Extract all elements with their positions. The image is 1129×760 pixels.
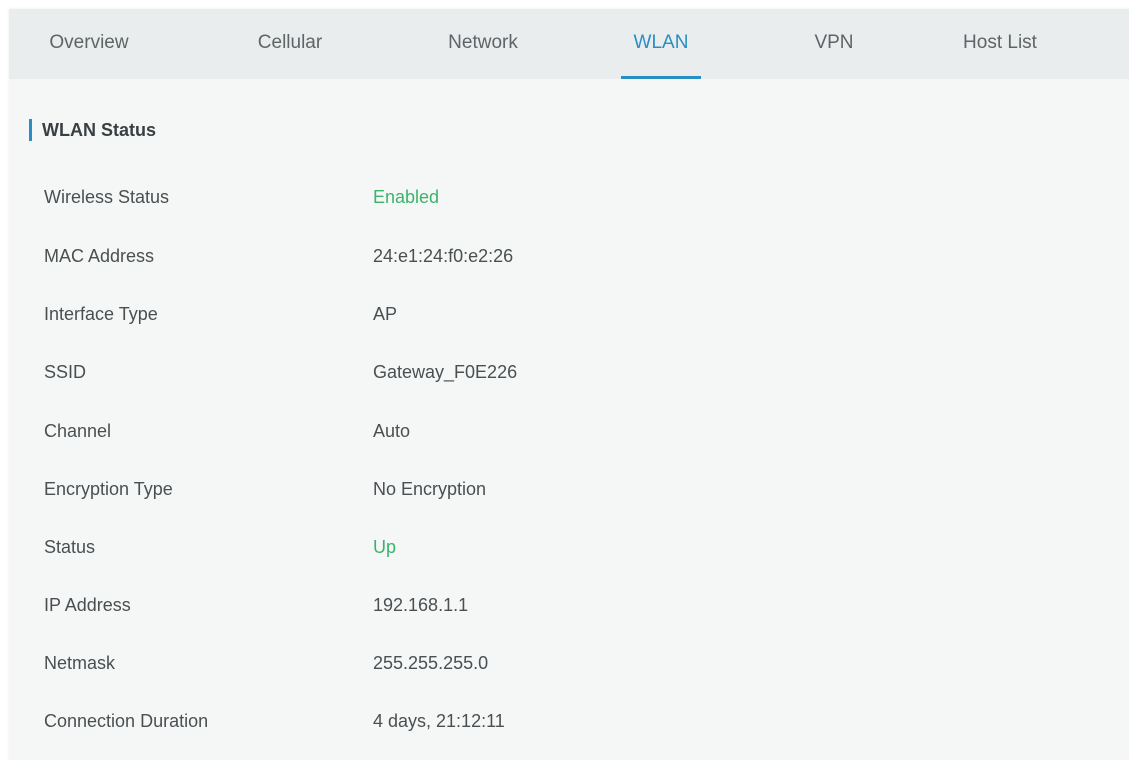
tab-host-list-label: Host List — [963, 32, 1037, 53]
field-row-mac-address: MAC Address 24:e1:24:f0:e2:26 — [9, 241, 1129, 271]
tab-wlan-label: WLAN — [633, 32, 689, 53]
field-row-ip-address: IP Address 192.168.1.1 — [9, 590, 1129, 620]
field-row-netmask: Netmask 255.255.255.0 — [9, 648, 1129, 678]
field-value: 4 days, 21:12:11 — [373, 711, 505, 731]
field-row-connection-duration: Connection Duration 4 days, 21:12:11 — [9, 706, 1129, 736]
field-value: 255.255.255.0 — [373, 653, 489, 673]
field-label: Netmask — [44, 653, 116, 673]
field-value: 192.168.1.1 — [373, 595, 469, 615]
tab-network-label: Network — [448, 32, 518, 53]
field-value-status-up: Up — [373, 537, 397, 557]
tab-overview[interactable]: Overview — [29, 9, 149, 79]
tab-overview-label: Overview — [49, 32, 129, 53]
field-value: 24:e1:24:f0:e2:26 — [373, 246, 514, 266]
field-label: Status — [44, 537, 96, 557]
field-row-encryption-type: Encryption Type No Encryption — [9, 474, 1129, 504]
field-label: Channel — [44, 421, 112, 441]
field-row-ssid: SSID Gateway_F0E226 — [9, 357, 1129, 387]
tab-vpn[interactable]: VPN — [794, 9, 874, 79]
field-value: Gateway_F0E226 — [373, 362, 518, 382]
tab-network[interactable]: Network — [425, 9, 541, 79]
field-label: Interface Type — [44, 304, 158, 324]
wlan-status-panel: Overview Cellular Network WLAN VPN Host … — [9, 9, 1129, 760]
active-tab-indicator — [621, 76, 701, 79]
field-label: Encryption Type — [44, 479, 173, 499]
tab-cellular[interactable]: Cellular — [235, 9, 345, 79]
field-row-interface-type: Interface Type AP — [9, 299, 1129, 329]
field-row-status: Status Up — [9, 532, 1129, 562]
tab-wlan[interactable]: WLAN — [621, 9, 701, 79]
field-label: MAC Address — [44, 246, 155, 266]
tab-bar: Overview Cellular Network WLAN VPN Host … — [9, 9, 1129, 79]
field-value-status-enabled: Enabled — [373, 187, 440, 207]
tab-vpn-label: VPN — [814, 32, 854, 53]
field-label: Connection Duration — [44, 711, 209, 731]
field-label: SSID — [44, 362, 87, 382]
tab-host-list[interactable]: Host List — [945, 9, 1055, 79]
field-label: Wireless Status — [44, 187, 170, 207]
field-value: No Encryption — [373, 479, 487, 499]
field-value: Auto — [373, 421, 411, 441]
field-row-wireless-status: Wireless Status Enabled — [9, 182, 1129, 212]
section-title: WLAN Status — [29, 119, 156, 141]
field-value: AP — [373, 304, 398, 324]
field-row-channel: Channel Auto — [9, 416, 1129, 446]
tab-cellular-label: Cellular — [257, 32, 323, 53]
field-label: IP Address — [44, 595, 131, 615]
